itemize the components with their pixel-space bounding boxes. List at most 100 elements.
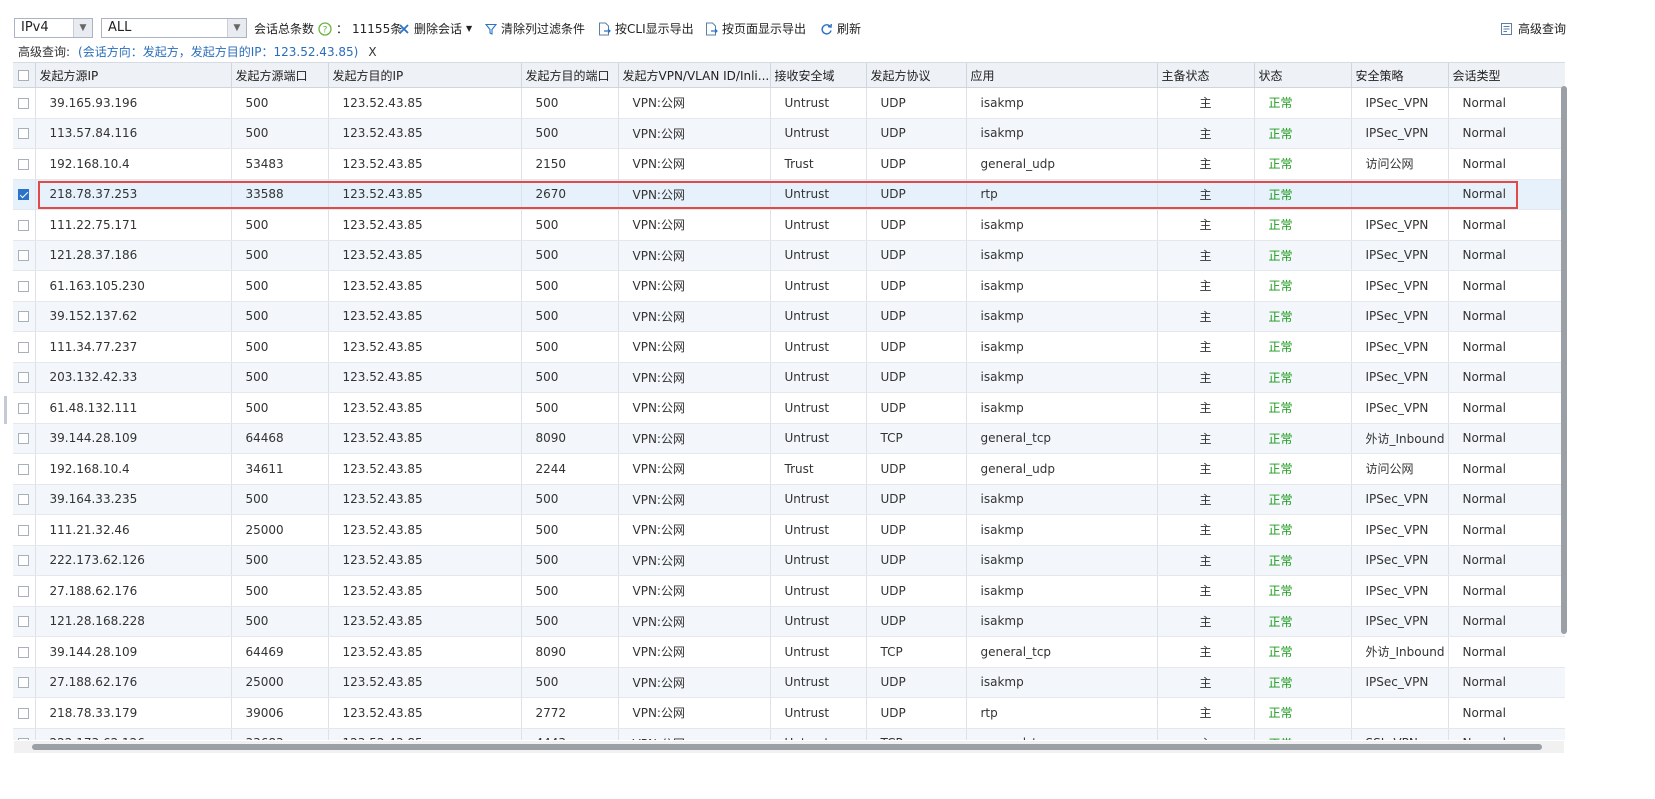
row-checkbox-cell[interactable]	[13, 87, 36, 119]
table-cell: 123.52.43.85	[328, 697, 522, 729]
row-checkbox-cell[interactable]	[13, 331, 36, 363]
column-header[interactable]: 发起方源IP	[35, 63, 232, 88]
table-cell: UDP	[866, 453, 967, 485]
table-row[interactable]: 111.21.32.46 25000 123.52.43.85 500 VPN:公网 Un…	[13, 514, 1565, 546]
row-checkbox-cell[interactable]	[13, 697, 36, 729]
row-checkbox-cell[interactable]	[13, 484, 36, 515]
export-cli-button[interactable]: 按CLI显示导出	[598, 19, 694, 39]
row-checkbox[interactable]	[18, 311, 30, 323]
table-row[interactable]: 61.163.105.230 500 123.52.43.85 500 VPN:公网 Un…	[13, 270, 1565, 302]
advanced-query-button[interactable]: 高级查询	[1500, 19, 1566, 39]
row-checkbox-cell[interactable]	[13, 118, 36, 149]
table-row[interactable]: 218.78.37.253 33588 123.52.43.85 2670 VPN:公网…	[13, 179, 1565, 210]
row-checkbox[interactable]	[18, 494, 30, 506]
table-row[interactable]: 203.132.42.33 500 123.52.43.85 500 VPN:公网 Unt…	[13, 362, 1565, 393]
select-all-checkbox[interactable]	[18, 70, 30, 81]
row-checkbox[interactable]	[18, 128, 30, 140]
column-header[interactable]: 状态	[1254, 63, 1352, 88]
row-checkbox-cell[interactable]	[13, 606, 36, 637]
row-checkbox[interactable]	[18, 158, 30, 170]
table-cell: 64469	[231, 636, 329, 668]
row-checkbox[interactable]	[18, 463, 30, 475]
column-header[interactable]: 发起方目的端口	[521, 63, 619, 88]
table-row[interactable]: 111.34.77.237 500 123.52.43.85 500 VPN:公网 Unt…	[13, 331, 1565, 363]
column-header[interactable]: 发起方VPN/VLAN ID/Inli...	[618, 63, 771, 88]
horizontal-scrollbar[interactable]	[32, 744, 1542, 750]
column-header[interactable]: 发起方协议	[866, 63, 967, 88]
resize-handle[interactable]	[4, 396, 7, 424]
row-checkbox[interactable]	[18, 585, 30, 597]
row-checkbox-cell[interactable]	[13, 514, 36, 546]
select-all-checkbox-cell[interactable]	[13, 63, 36, 88]
row-checkbox-cell[interactable]	[13, 148, 36, 180]
row-checkbox-cell[interactable]	[13, 362, 36, 393]
row-checkbox[interactable]	[18, 555, 30, 567]
export-page-button[interactable]: 按页面显示导出	[705, 19, 806, 39]
table-row[interactable]: 27.188.62.176 25000 123.52.43.85 500 VPN:公网 U…	[13, 667, 1565, 698]
row-checkbox-cell[interactable]	[13, 270, 36, 302]
row-checkbox-cell[interactable]	[13, 728, 36, 740]
row-checkbox-cell[interactable]	[13, 453, 36, 485]
row-checkbox[interactable]	[18, 677, 30, 689]
row-checkbox-cell[interactable]	[13, 179, 36, 210]
row-checkbox[interactable]	[18, 341, 30, 353]
row-checkbox[interactable]	[18, 280, 30, 292]
table-row[interactable]: 111.22.75.171 500 123.52.43.85 500 VPN:公网 Unt…	[13, 209, 1565, 241]
row-checkbox[interactable]	[18, 616, 30, 628]
row-checkbox[interactable]	[18, 738, 30, 740]
row-checkbox-cell[interactable]	[13, 636, 36, 668]
column-header[interactable]: 应用	[966, 63, 1158, 88]
table-row[interactable]: 39.165.93.196 500 123.52.43.85 500 VPN:公网 Unt…	[13, 87, 1565, 119]
row-checkbox[interactable]	[18, 189, 30, 201]
table-cell: isakmp	[966, 392, 1158, 424]
help-icon[interactable]: ?	[318, 22, 332, 36]
row-checkbox[interactable]	[18, 707, 30, 719]
filter-select[interactable]: ALL ▼	[101, 18, 247, 38]
table-row[interactable]: 121.28.168.228 500 123.52.43.85 500 VPN:公网 Un…	[13, 606, 1565, 637]
table-cell: 正常	[1254, 270, 1352, 302]
column-header[interactable]: 主备状态	[1157, 63, 1255, 88]
column-header[interactable]: 会话类型	[1448, 63, 1565, 88]
table-row[interactable]: 27.188.62.176 500 123.52.43.85 500 VPN:公网 Unt…	[13, 575, 1565, 607]
row-checkbox-cell[interactable]	[13, 392, 36, 424]
row-checkbox-cell[interactable]	[13, 301, 36, 332]
row-checkbox-cell[interactable]	[13, 423, 36, 454]
ip-version-select[interactable]: IPv4 ▼	[14, 18, 93, 38]
table-row[interactable]: 192.168.10.4 34611 123.52.43.85 2244 VPN:公网 T…	[13, 453, 1565, 485]
column-header[interactable]: 发起方目的IP	[328, 63, 522, 88]
table-row[interactable]: 192.168.10.4 53483 123.52.43.85 2150 VPN:公网 T…	[13, 148, 1565, 180]
row-checkbox[interactable]	[18, 433, 30, 445]
row-checkbox-cell[interactable]	[13, 209, 36, 241]
table-row[interactable]: 39.144.28.109 64469 123.52.43.85 8090 VPN:公网…	[13, 636, 1565, 668]
row-checkbox[interactable]	[18, 97, 30, 109]
vertical-scrollbar[interactable]	[1561, 86, 1567, 634]
column-header[interactable]: 接收安全域	[770, 63, 867, 88]
row-checkbox-cell[interactable]	[13, 240, 36, 271]
table-row[interactable]: 61.48.132.111 500 123.52.43.85 500 VPN:公网 Unt…	[13, 392, 1565, 424]
row-checkbox[interactable]	[18, 372, 30, 384]
table-cell: VPN:公网	[618, 636, 771, 668]
refresh-button[interactable]: 刷新	[820, 19, 861, 39]
row-checkbox-cell[interactable]	[13, 667, 36, 698]
table-row[interactable]: 39.144.28.109 64468 123.52.43.85 8090 VPN:公网…	[13, 423, 1565, 454]
table-row[interactable]: 39.152.137.62 500 123.52.43.85 500 VPN:公网 Unt…	[13, 301, 1565, 332]
table-row[interactable]: 222.173.62.126 500 123.52.43.85 500 VPN:公网 Un…	[13, 545, 1565, 576]
table-row[interactable]: 218.78.33.179 39006 123.52.43.85 2772 VPN:公网…	[13, 697, 1565, 729]
row-checkbox[interactable]	[18, 402, 30, 414]
row-checkbox-cell[interactable]	[13, 545, 36, 576]
table-row[interactable]: 113.57.84.116 500 123.52.43.85 500 VPN:公网 Unt…	[13, 118, 1565, 149]
clear-query-button[interactable]: X	[368, 45, 376, 59]
row-checkbox[interactable]	[18, 250, 30, 262]
table-row[interactable]: 121.28.37.186 500 123.52.43.85 500 VPN:公网 Unt…	[13, 240, 1565, 271]
row-checkbox[interactable]	[18, 524, 30, 536]
row-checkbox[interactable]	[18, 646, 30, 658]
column-header[interactable]: 发起方源端口	[231, 63, 329, 88]
column-header[interactable]: 安全策略	[1351, 63, 1449, 88]
table-row[interactable]: 39.164.33.235 500 123.52.43.85 500 VPN:公网 Unt…	[13, 484, 1565, 515]
table-row[interactable]: 222.173.62.12633683123.52.43.854443VPN:公…	[13, 728, 1565, 740]
row-checkbox-cell[interactable]	[13, 575, 36, 607]
table-cell: UDP	[866, 179, 967, 210]
row-checkbox[interactable]	[18, 219, 30, 231]
delete-session-button[interactable]: 删除会话 ▼	[398, 19, 472, 39]
clear-filter-button[interactable]: 清除列过滤条件	[485, 19, 585, 39]
